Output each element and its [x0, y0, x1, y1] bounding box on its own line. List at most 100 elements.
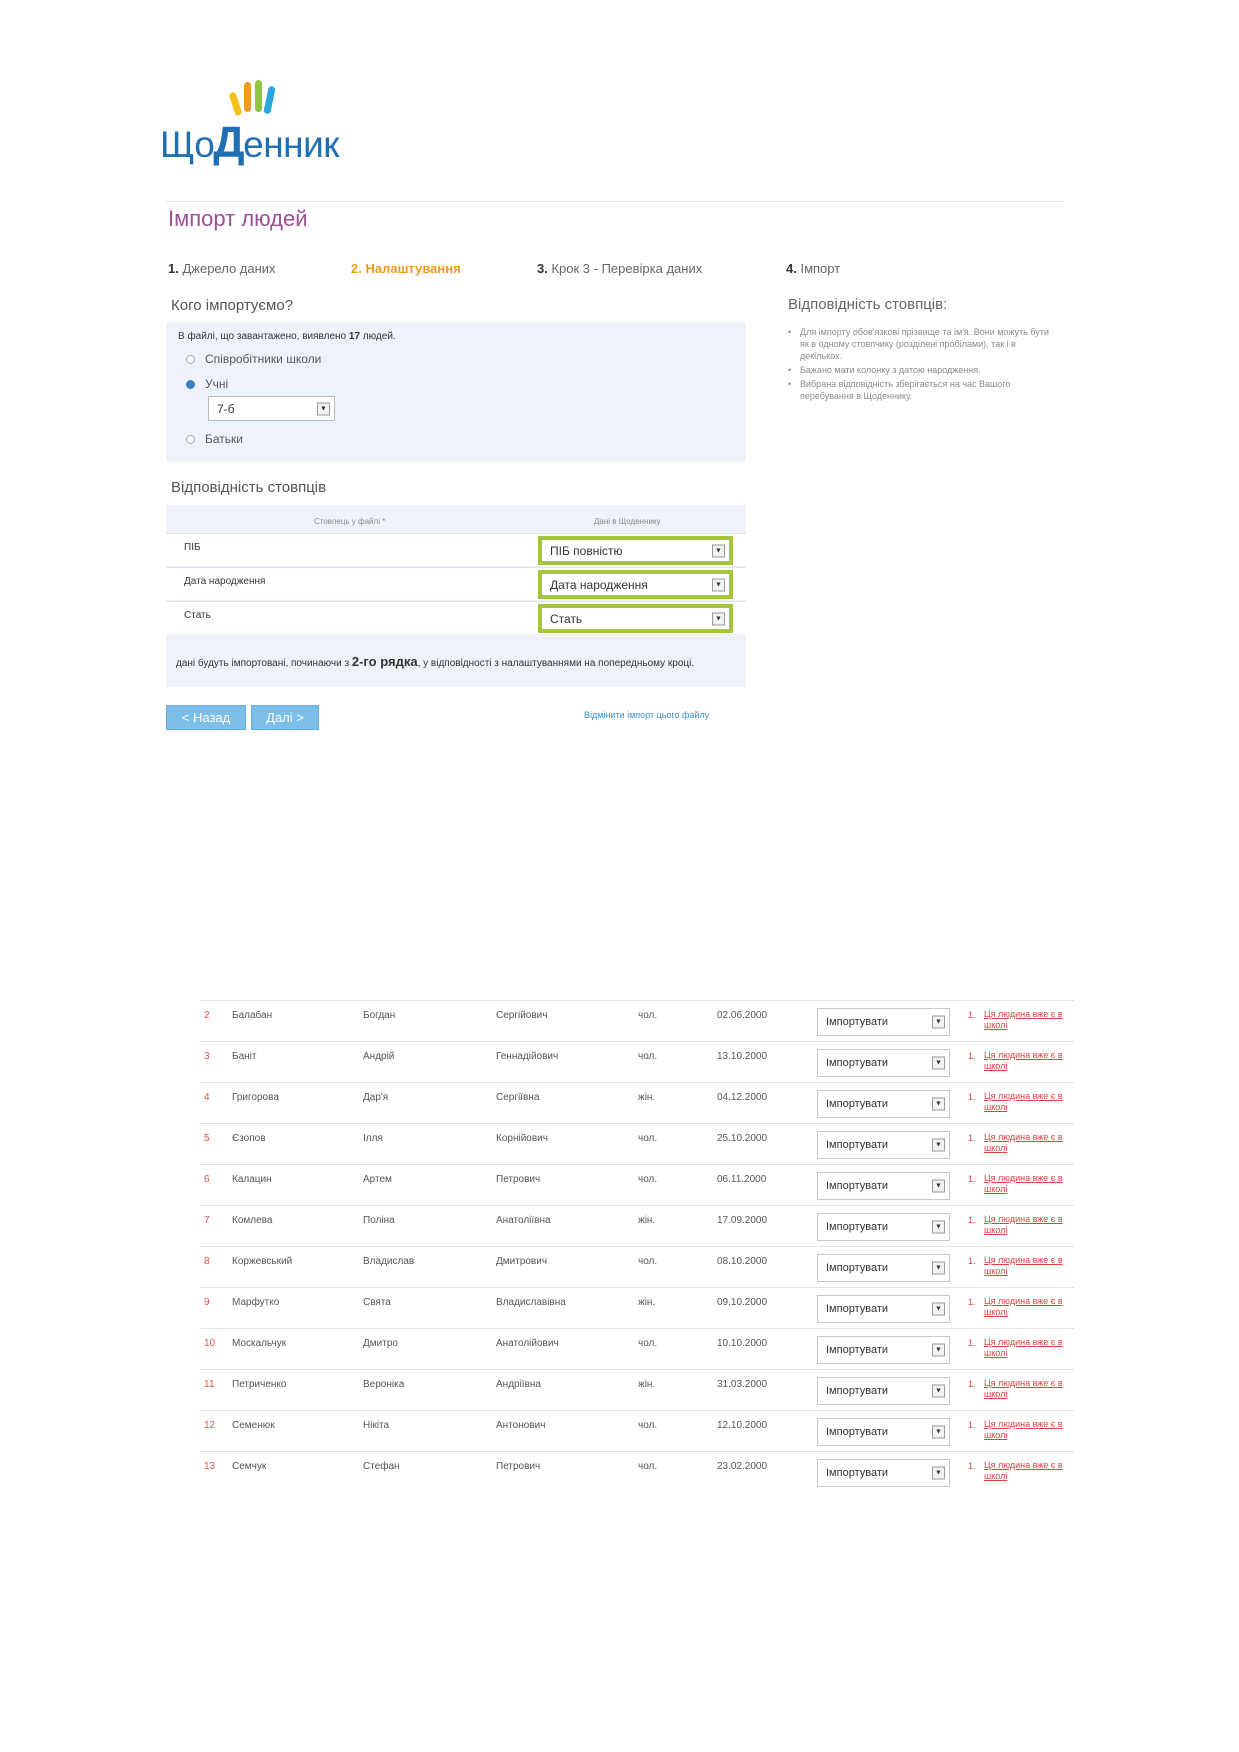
dropdown-arrow-icon[interactable]: ▼ — [932, 1302, 945, 1316]
last-name-cell: Марфутко — [232, 1297, 280, 1308]
header-divider — [166, 201, 1064, 202]
error-number: 1. — [968, 1420, 976, 1430]
action-select[interactable]: Імпортувати ▼ — [817, 1254, 950, 1282]
radio-checked-icon[interactable] — [186, 379, 195, 389]
table-row: 11 Петриченко Вероніка Андріївна жін. 31.03.2… — [200, 1369, 1074, 1411]
row-number: 5 — [204, 1133, 210, 1144]
action-select[interactable]: Імпортувати ▼ — [817, 1295, 950, 1323]
table-row: 5 Єзопов Ілля Корнійович чол. 25.10.2000 Імпор… — [200, 1123, 1074, 1165]
error-link[interactable]: Ця людина вже є в школі — [984, 1050, 1064, 1072]
col-target-header: Дані в Щоденнику — [594, 517, 661, 526]
error-link[interactable]: Ця людина вже є в школі — [984, 1214, 1064, 1236]
error-link[interactable]: Ця людина вже є в школі — [984, 1337, 1064, 1359]
action-select[interactable]: Імпортувати ▼ — [817, 1049, 950, 1077]
action-select[interactable]: Імпортувати ▼ — [817, 1213, 950, 1241]
action-select[interactable]: Імпортувати ▼ — [817, 1008, 950, 1036]
dropdown-arrow-icon[interactable]: ▼ — [712, 544, 725, 557]
target-select-sex[interactable]: Стать ▼ — [538, 604, 733, 633]
table-row: 4 Григорова Дар'я Сергіївна жін. 04.12.2000 Ім… — [200, 1082, 1074, 1124]
first-name-cell: Дар'я — [363, 1092, 389, 1103]
dropdown-arrow-icon[interactable]: ▼ — [712, 612, 725, 625]
error-link[interactable]: Ця людина вже є в школі — [984, 1460, 1064, 1482]
next-button[interactable]: Далі > — [251, 705, 319, 730]
error-link[interactable]: Ця людина вже є в школі — [984, 1132, 1064, 1154]
first-name-cell: Дмитро — [363, 1338, 398, 1349]
last-name-cell: Коржевський — [232, 1256, 293, 1267]
class-select[interactable]: 7-б ▼ — [208, 396, 335, 421]
first-name-cell: Андрій — [363, 1051, 395, 1062]
cancel-import-link[interactable]: Відмінити імпорт цього файлу — [584, 710, 709, 720]
table-row: 3 Баніт Андрій Геннадійович чол. 13.10.2000 Ім… — [200, 1041, 1074, 1083]
action-select-value: Імпортувати — [826, 1180, 889, 1192]
dropdown-arrow-icon[interactable]: ▼ — [932, 1220, 945, 1234]
step-4: 4. Імпорт — [786, 261, 841, 276]
radio-icon[interactable] — [186, 354, 195, 364]
logo[interactable]: ЩоДенник — [160, 78, 400, 168]
first-name-cell: Артем — [363, 1174, 392, 1185]
action-select[interactable]: Імпортувати ▼ — [817, 1131, 950, 1159]
action-select[interactable]: Імпортувати ▼ — [817, 1090, 950, 1118]
middle-name-cell: Анатоліївна — [496, 1215, 551, 1226]
dropdown-arrow-icon[interactable]: ▼ — [932, 1425, 945, 1439]
sex-cell: жін. — [638, 1215, 656, 1226]
error-number: 1. — [968, 1256, 976, 1266]
error-link[interactable]: Ця людина вже є в школі — [984, 1009, 1064, 1031]
radio-icon[interactable] — [186, 434, 195, 444]
radio-staff[interactable]: Співробітники школи — [186, 352, 321, 366]
last-name-cell: Семчук — [232, 1461, 267, 1472]
first-name-cell: Нікіта — [363, 1420, 390, 1431]
side-help-item: Бажано мати колонку з датою народження. — [788, 364, 1058, 376]
action-select[interactable]: Імпортувати ▼ — [817, 1377, 950, 1405]
side-help-item: Вибрана відповідність зберігається на ча… — [788, 378, 1058, 402]
error-link[interactable]: Ця людина вже є в школі — [984, 1173, 1064, 1195]
middle-name-cell: Анатолійович — [496, 1338, 559, 1349]
dropdown-arrow-icon[interactable]: ▼ — [932, 1466, 945, 1480]
action-select-value: Імпортувати — [826, 1467, 889, 1479]
dropdown-arrow-icon[interactable]: ▼ — [932, 1138, 945, 1152]
error-number: 1. — [968, 1297, 976, 1307]
dropdown-arrow-icon[interactable]: ▼ — [932, 1343, 945, 1357]
dropdown-arrow-icon[interactable]: ▼ — [932, 1384, 945, 1398]
mapping-title: Відповідність стовпців — [171, 479, 327, 496]
middle-name-cell: Петрович — [496, 1174, 541, 1185]
back-button[interactable]: < Назад — [166, 705, 246, 730]
target-select-dob[interactable]: Дата народження ▼ — [538, 570, 733, 599]
target-select-pib[interactable]: ПІБ повністю ▼ — [538, 536, 733, 565]
dropdown-arrow-icon[interactable]: ▼ — [932, 1097, 945, 1111]
dropdown-arrow-icon[interactable]: ▼ — [712, 578, 725, 591]
action-select[interactable]: Імпортувати ▼ — [817, 1172, 950, 1200]
middle-name-cell: Петрович — [496, 1461, 541, 1472]
middle-name-cell: Дмитрович — [496, 1256, 548, 1267]
dropdown-arrow-icon[interactable]: ▼ — [932, 1261, 945, 1275]
radio-students[interactable]: Учні — [186, 377, 228, 391]
row-number: 4 — [204, 1092, 210, 1103]
step-2-active: 2. Налаштування — [351, 261, 461, 276]
first-name-cell: Поліна — [363, 1215, 395, 1226]
row-number: 2 — [204, 1010, 210, 1021]
sex-cell: чол. — [638, 1051, 658, 1062]
dropdown-arrow-icon[interactable]: ▼ — [932, 1056, 945, 1070]
error-link[interactable]: Ця людина вже є в школі — [984, 1255, 1064, 1277]
dob-cell: 08.10.2000 — [717, 1256, 768, 1267]
middle-name-cell: Антонович — [496, 1420, 546, 1431]
sex-cell: чол. — [638, 1133, 658, 1144]
middle-name-cell: Сергіївна — [496, 1092, 540, 1103]
error-link[interactable]: Ця людина вже є в школі — [984, 1091, 1064, 1113]
action-select[interactable]: Імпортувати ▼ — [817, 1459, 950, 1487]
radio-parents[interactable]: Батьки — [186, 432, 243, 446]
middle-name-cell: Корнійович — [496, 1133, 548, 1144]
dropdown-arrow-icon[interactable]: ▼ — [317, 402, 330, 415]
error-link[interactable]: Ця людина вже є в школі — [984, 1419, 1064, 1441]
table-row: 12 Семенюк Нікіта Антонович чол. 12.10.2000 Ім… — [200, 1410, 1074, 1452]
action-select[interactable]: Імпортувати ▼ — [817, 1336, 950, 1364]
error-number: 1. — [968, 1174, 976, 1184]
action-select[interactable]: Імпортувати ▼ — [817, 1418, 950, 1446]
error-link[interactable]: Ця людина вже є в школі — [984, 1296, 1064, 1318]
dob-cell: 06.11.2000 — [717, 1174, 767, 1185]
step-1: 1. Джерело даних — [168, 261, 276, 276]
error-link[interactable]: Ця людина вже є в школі — [984, 1378, 1064, 1400]
who-title: Кого імпортуємо? — [171, 297, 294, 314]
dropdown-arrow-icon[interactable]: ▼ — [932, 1179, 945, 1193]
dropdown-arrow-icon[interactable]: ▼ — [932, 1015, 945, 1029]
error-number: 1. — [968, 1379, 976, 1389]
